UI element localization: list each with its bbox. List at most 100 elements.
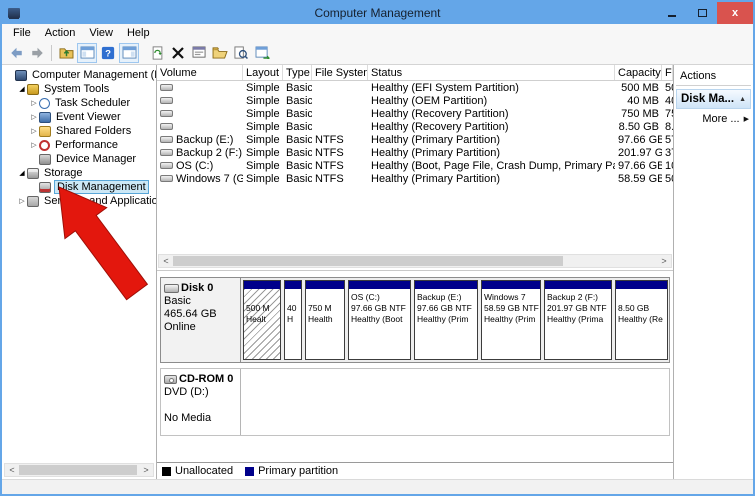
preview-icon[interactable] [231, 43, 251, 63]
column-header-capacity[interactable]: Capacity [615, 65, 662, 80]
back-icon[interactable] [6, 43, 26, 63]
expander-collapsed-icon[interactable]: ▷ [17, 197, 27, 205]
disk-management-pane: VolumeLayoutTypeFile SystemStatusCapacit… [157, 65, 674, 479]
sidebar-item-system-tools[interactable]: ◢System Tools [2, 82, 156, 96]
sidebar-item-performance[interactable]: ▷Performance [2, 138, 156, 152]
open-icon[interactable] [210, 43, 230, 63]
volume-row[interactable]: OS (C:)SimpleBasicNTFSHealthy (Boot, Pag… [157, 159, 673, 172]
partition-backup-e[interactable]: Backup (E:)97.66 GB NTFHealthy (Prim [414, 280, 478, 360]
free-space-cell: 500 [662, 82, 673, 94]
tree-item-label: Device Manager [54, 153, 138, 165]
delete-icon[interactable] [168, 43, 188, 63]
volume-row[interactable]: SimpleBasicHealthy (Recovery Partition)7… [157, 107, 673, 120]
volume-list: VolumeLayoutTypeFile SystemStatusCapacit… [157, 65, 673, 271]
partition-500-m[interactable]: 500 MHealt [243, 280, 281, 360]
partition-label-line: H [287, 314, 299, 325]
menu-action[interactable]: Action [38, 26, 83, 40]
sidebar-item-computer-management-local[interactable]: Computer Management (Local [2, 68, 156, 82]
partition-label-line: Healthy (Prim [417, 314, 475, 325]
actions-section-label: Disk Ma... [681, 93, 734, 105]
partition-label-line: 750 M [308, 303, 342, 314]
status-cell: Healthy (Recovery Partition) [368, 108, 615, 120]
volume-row[interactable]: SimpleBasicHealthy (OEM Partition)40 MB4… [157, 94, 673, 107]
up-one-level-icon[interactable] [56, 43, 76, 63]
sidebar-item-shared-folders[interactable]: ▷Shared Folders [2, 124, 156, 138]
show-action-pane-icon[interactable] [119, 43, 139, 63]
partition-os-c[interactable]: OS (C:)97.66 GB NTFHealthy (Boot [348, 280, 411, 360]
expander-expanded-icon[interactable]: ◢ [17, 85, 27, 93]
scroll-left-icon[interactable]: < [159, 256, 173, 266]
menu-help[interactable]: Help [120, 26, 157, 40]
column-header-file-system[interactable]: File System [312, 65, 368, 80]
volume-row[interactable]: Backup (E:)SimpleBasicNTFSHealthy (Prima… [157, 133, 673, 146]
expander-collapsed-icon[interactable]: ▷ [29, 141, 39, 149]
column-header-free[interactable]: Free [662, 65, 673, 80]
partition-8-50-gb[interactable]: 8.50 GBHealthy (Re [615, 280, 668, 360]
column-header-status[interactable]: Status [368, 65, 615, 80]
sidebar-item-services-and-applications[interactable]: ▷Services and Applications [2, 194, 156, 208]
close-button[interactable]: x [717, 2, 753, 24]
menu-file[interactable]: File [6, 26, 38, 40]
partition-label-line: 500 M [246, 303, 278, 314]
cdrom0-row: CD-ROM 0 DVD (D:) No Media [160, 368, 670, 436]
layout-cell: Simple [243, 173, 283, 185]
expander-collapsed-icon[interactable]: ▷ [29, 99, 39, 107]
scroll-right-icon[interactable]: > [657, 256, 671, 266]
actions-section-disk-management[interactable]: Disk Ma... ▲ [676, 89, 751, 109]
properties-icon[interactable] [189, 43, 209, 63]
device-manager-icon [39, 154, 51, 165]
expander-collapsed-icon[interactable]: ▷ [29, 113, 39, 121]
volume-table-header: VolumeLayoutTypeFile SystemStatusCapacit… [157, 65, 673, 81]
volume-row[interactable]: SimpleBasicHealthy (Recovery Partition)8… [157, 120, 673, 133]
scroll-right-icon[interactable]: > [139, 465, 153, 475]
volume-row[interactable]: Backup 2 (F:)SimpleBasicNTFSHealthy (Pri… [157, 146, 673, 159]
status-cell: Healthy (Primary Partition) [368, 173, 615, 185]
sidebar-item-storage[interactable]: ◢Storage [2, 166, 156, 180]
volume-name-cell: Windows 7 (G:) [157, 173, 243, 185]
column-header-volume[interactable]: Volume [157, 65, 243, 80]
forward-icon[interactable] [27, 43, 47, 63]
volume-name-cell [157, 84, 243, 91]
partition-40[interactable]: 40H [284, 280, 302, 360]
expander-collapsed-icon[interactable]: ▷ [29, 127, 39, 135]
scroll-left-icon[interactable]: < [5, 465, 19, 475]
cdrom0-info[interactable]: CD-ROM 0 DVD (D:) No Media [161, 369, 241, 435]
scrollbar-thumb[interactable] [19, 465, 137, 475]
free-space-cell: 750 [662, 108, 673, 120]
sidebar-item-device-manager[interactable]: Device Manager [2, 152, 156, 166]
status-cell: Healthy (Primary Partition) [368, 134, 615, 146]
sidebar-item-disk-management[interactable]: Disk Management [2, 180, 156, 194]
show-console-tree-icon[interactable] [77, 43, 97, 63]
partition-windows-7[interactable]: Windows 758.59 GB NTFHealthy (Prim [481, 280, 541, 360]
menu-view[interactable]: View [82, 26, 120, 40]
export-icon[interactable] [252, 43, 272, 63]
column-header-type[interactable]: Type [283, 65, 312, 80]
refresh-icon[interactable] [147, 43, 167, 63]
partition-type-bar [482, 281, 540, 289]
column-header-layout[interactable]: Layout [243, 65, 283, 80]
volume-list-horizontal-scrollbar[interactable]: < > [158, 254, 672, 268]
volume-row[interactable]: SimpleBasicHealthy (EFI System Partition… [157, 81, 673, 94]
sidebar-item-event-viewer[interactable]: ▷Event Viewer [2, 110, 156, 124]
svg-text:?: ? [105, 48, 111, 59]
volume-name-cell [157, 110, 243, 117]
volume-name-cell: Backup 2 (F:) [157, 147, 243, 159]
disk0-info[interactable]: Disk 0 Basic 465.64 GB Online [161, 278, 241, 362]
minimize-button[interactable] [657, 2, 687, 24]
partition-label-line: 201.97 GB NTF [547, 303, 609, 314]
expander-expanded-icon[interactable]: ◢ [17, 169, 27, 177]
computer-icon [15, 70, 27, 81]
sidebar-item-task-scheduler[interactable]: ▷Task Scheduler [2, 96, 156, 110]
type-cell: Basic [283, 134, 312, 146]
maximize-button[interactable] [687, 2, 717, 24]
partition-750-m[interactable]: 750 MHealth [305, 280, 345, 360]
volume-row[interactable]: Windows 7 (G:)SimpleBasicNTFSHealthy (Pr… [157, 172, 673, 185]
scrollbar-thumb[interactable] [173, 256, 563, 266]
help-icon[interactable]: ? [98, 43, 118, 63]
collapse-section-icon[interactable]: ▲ [739, 96, 746, 103]
partition-label-line: 40 [287, 303, 299, 314]
tree-horizontal-scrollbar[interactable]: < > [4, 463, 154, 477]
partition-backup-2-f[interactable]: Backup 2 (F:)201.97 GB NTFHealthy (Prima [544, 280, 612, 360]
actions-more-item[interactable]: More ... ▶ [676, 109, 751, 125]
window-title: Computer Management [2, 6, 753, 20]
